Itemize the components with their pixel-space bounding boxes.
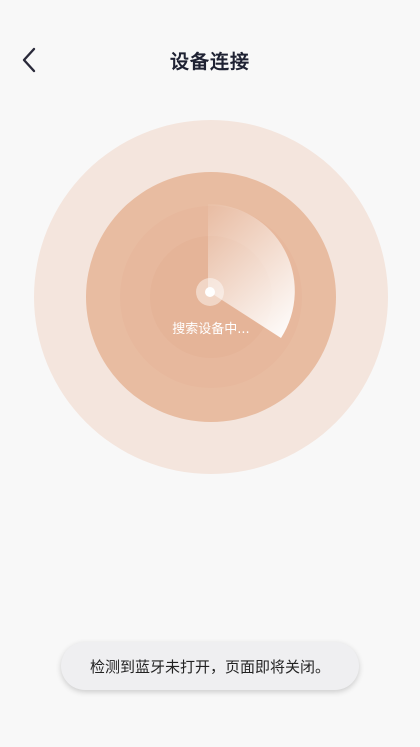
header: 设备连接 — [0, 0, 420, 120]
toast-message: 检测到蓝牙未打开，页面即将关闭。 — [61, 642, 359, 690]
radar-status-text: 搜索设备中... — [172, 322, 250, 337]
page-title: 设备连接 — [169, 51, 250, 73]
radar-center-dot — [196, 278, 224, 306]
radar-scanner: 搜索设备中... — [34, 120, 388, 474]
